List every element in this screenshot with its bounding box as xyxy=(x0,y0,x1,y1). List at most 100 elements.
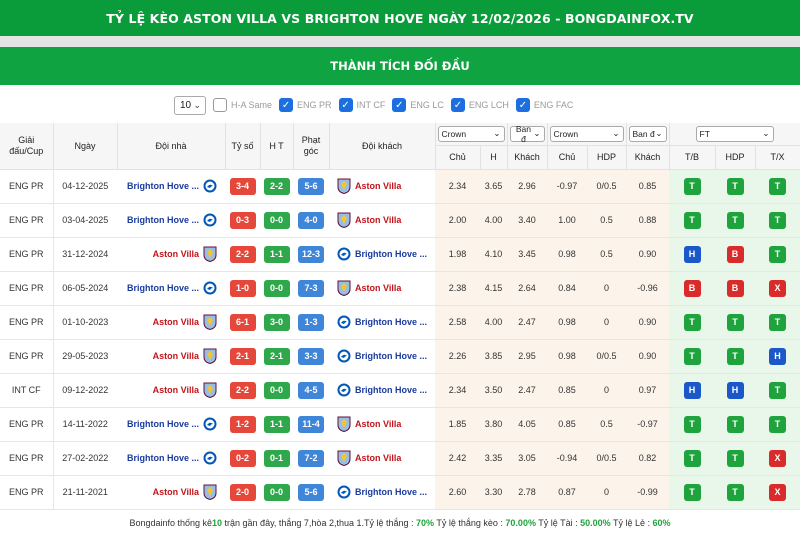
checkbox-checked-icon[interactable]: ✓ xyxy=(450,98,465,112)
home-team-link[interactable]: Brighton Hove ... xyxy=(127,283,199,293)
score-pill[interactable]: 6-1 xyxy=(229,313,256,331)
home-team-link[interactable]: Aston Villa xyxy=(153,385,199,395)
filter-eng-lch[interactable]: ✓ ENG LCH xyxy=(450,98,509,112)
filter-eng-lc[interactable]: ✓ ENG LC xyxy=(392,98,444,112)
corner-pill[interactable]: 7-2 xyxy=(298,449,324,467)
date-cell: 14-11-2022 xyxy=(53,407,117,442)
halftime-pill[interactable]: 0-0 xyxy=(263,279,290,297)
checkbox-checked-icon[interactable]: ✓ xyxy=(338,98,353,112)
away-team-link[interactable]: Aston Villa xyxy=(355,215,401,225)
odds-away: 2.96 xyxy=(507,169,547,204)
aston-villa-crest-icon xyxy=(337,178,351,195)
hdp-home: 0.87 xyxy=(547,475,587,510)
checkbox-checked-icon[interactable]: ✓ xyxy=(392,98,407,112)
home-team-link[interactable]: Brighton Hove ... xyxy=(127,181,199,191)
hdp-line: 0.5 xyxy=(587,237,626,272)
league-cell: ENG PR xyxy=(0,475,54,510)
hdp-home: 0.84 xyxy=(547,271,587,306)
home-team-link[interactable]: Aston Villa xyxy=(153,249,199,259)
checkbox-checked-icon[interactable]: ✓ xyxy=(515,98,530,112)
away-team-link[interactable]: Aston Villa xyxy=(355,419,401,429)
away-team-link[interactable]: Brighton Hove ... xyxy=(355,385,427,395)
halftime-pill[interactable]: 1-1 xyxy=(263,415,290,433)
odds-home: 1.98 xyxy=(435,237,480,272)
subheader-cell: Khách xyxy=(626,145,670,170)
period-select[interactable]: FT ⌄ xyxy=(695,125,774,142)
odds-draw: 4.15 xyxy=(480,271,507,306)
hdp-away: -0.99 xyxy=(626,475,669,510)
odds-type-select[interactable]: Ban đ ⌄ xyxy=(509,124,545,144)
halftime-pill[interactable]: 1-1 xyxy=(263,245,290,263)
corner-pill[interactable]: 11-4 xyxy=(298,415,324,433)
corner-pill[interactable]: 4-5 xyxy=(298,381,324,399)
corner-pill[interactable]: 7-3 xyxy=(298,279,324,297)
score-pill[interactable]: 1-0 xyxy=(229,279,256,297)
score-pill[interactable]: 3-4 xyxy=(229,177,256,195)
score-pill[interactable]: 2-0 xyxy=(229,483,256,501)
table-row: ENG PR 27-02-2022 Brighton Hove ... 0-2 0-1 7… xyxy=(0,441,800,476)
score-pill[interactable]: 0-2 xyxy=(229,449,256,467)
halftime-pill[interactable]: 2-1 xyxy=(263,347,290,365)
match-count-value: 10 xyxy=(180,99,192,111)
halftime-pill[interactable]: 0-0 xyxy=(263,483,290,501)
corner-pill[interactable]: 5-6 xyxy=(298,177,324,195)
halftime-pill[interactable]: 0-1 xyxy=(263,449,290,467)
filter-label: INT CF xyxy=(356,100,386,110)
score-pill[interactable]: 2-2 xyxy=(229,381,256,399)
handicap-badge: B xyxy=(726,279,744,297)
score-pill[interactable]: 1-2 xyxy=(229,415,256,433)
filter-int-cf[interactable]: ✓ INT CF xyxy=(338,98,386,112)
filter-eng-pr[interactable]: ✓ ENG PR xyxy=(279,98,332,112)
corner-pill[interactable]: 3-3 xyxy=(298,347,324,365)
corner-pill[interactable]: 5-6 xyxy=(298,483,324,501)
home-team-link[interactable]: Brighton Hove ... xyxy=(127,419,199,429)
filter-eng-fac[interactable]: ✓ ENG FAC xyxy=(515,98,574,112)
away-team-link[interactable]: Brighton Hove ... xyxy=(355,317,427,327)
brighton-crest-icon xyxy=(337,246,351,262)
away-team-link[interactable]: Aston Villa xyxy=(355,283,401,293)
odds-draw: 3.35 xyxy=(480,441,507,476)
table-row: ENG PR 29-05-2023 Aston Villa 2-1 2-1 3-3 Brig… xyxy=(0,339,800,374)
brighton-crest-icon xyxy=(203,450,217,466)
halftime-pill[interactable]: 0-0 xyxy=(263,211,290,229)
halftime-pill[interactable]: 2-2 xyxy=(263,177,290,195)
home-team-link[interactable]: Brighton Hove ... xyxy=(127,453,199,463)
halftime-pill[interactable]: 0-0 xyxy=(263,381,290,399)
odds-away: 3.45 xyxy=(507,237,547,272)
home-team-link[interactable]: Brighton Hove ... xyxy=(127,215,199,225)
odds-company-select[interactable]: Crown ⌄ xyxy=(437,125,505,142)
filter-h-a-same[interactable]: H-A Same xyxy=(213,98,272,112)
corner-pill[interactable]: 1-3 xyxy=(298,313,324,331)
away-team-link[interactable]: Brighton Hove ... xyxy=(355,351,427,361)
match-count-select[interactable]: 10 ⌄ xyxy=(174,95,206,115)
handicap-company-select[interactable]: Crown ⌄ xyxy=(549,125,624,142)
away-team-link[interactable]: Aston Villa xyxy=(355,181,401,191)
handicap-badge: T xyxy=(726,415,744,433)
score-pill[interactable]: 2-2 xyxy=(229,245,256,263)
away-team-link[interactable]: Brighton Hove ... xyxy=(355,487,427,497)
corner-pill[interactable]: 4-0 xyxy=(298,211,324,229)
away-team-link[interactable]: Aston Villa xyxy=(355,453,401,463)
corner-pill[interactable]: 12-3 xyxy=(298,245,324,263)
result-badge: T xyxy=(683,483,701,501)
checkbox-unchecked-icon[interactable] xyxy=(213,98,227,112)
home-team-link[interactable]: Aston Villa xyxy=(153,317,199,327)
home-team-link[interactable]: Aston Villa xyxy=(153,487,199,497)
chevron-down-icon: ⌄ xyxy=(193,99,201,110)
league-cell: ENG PR xyxy=(0,169,54,204)
score-pill[interactable]: 2-1 xyxy=(229,347,256,365)
handicap-type-select[interactable]: Ban đ ⌄ xyxy=(628,125,667,142)
league-cell: ENG PR xyxy=(0,203,54,238)
aston-villa-crest-icon xyxy=(203,348,217,365)
checkbox-checked-icon[interactable]: ✓ xyxy=(279,98,294,112)
filter-label: ENG FAC xyxy=(533,100,574,110)
odds-home: 2.42 xyxy=(435,441,480,476)
score-pill[interactable]: 0-3 xyxy=(229,211,256,229)
hdp-away: -0.97 xyxy=(626,407,669,442)
hdp-line: 0 xyxy=(587,305,626,340)
halftime-pill[interactable]: 3-0 xyxy=(263,313,290,331)
date-cell: 29-05-2023 xyxy=(53,339,117,374)
subheader-cell: H xyxy=(480,145,508,170)
home-team-link[interactable]: Aston Villa xyxy=(153,351,199,361)
away-team-link[interactable]: Brighton Hove ... xyxy=(355,249,427,259)
